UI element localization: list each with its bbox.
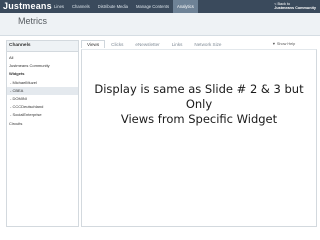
tab-clicks[interactable]: Clicks xyxy=(105,40,129,48)
top-navigation-bar: Justmeans Lines Channels Distribute Medi… xyxy=(0,0,320,13)
tab-views[interactable]: Views xyxy=(81,40,106,48)
sidebar-item-widgets[interactable]: Widgets xyxy=(7,70,78,78)
main-nav: Lines Channels Distribute Media Manage C… xyxy=(50,0,198,13)
back-to-community-link[interactable]: < Back to Justmeans Community xyxy=(274,2,316,11)
tab-links[interactable]: Links xyxy=(166,40,189,48)
logo[interactable]: Justmeans xyxy=(3,1,52,11)
nav-item-manage-contents[interactable]: Manage Contents xyxy=(132,0,173,13)
sidebar-item-justmeans-community[interactable]: Justmeans Community xyxy=(7,62,78,70)
channels-sidebar: Channels All Justmeans Community Widgets… xyxy=(6,40,79,227)
main-content-panel xyxy=(81,49,317,227)
sidebar-item-michaelmuzel[interactable]: - MichaelMuzel xyxy=(7,79,78,87)
metrics-tabs: Views Clicks eNewsletter Links Network S… xyxy=(81,40,227,48)
nav-item-lines[interactable]: Lines xyxy=(50,0,68,13)
sidebar-list: All Justmeans Community Widgets - Michae… xyxy=(7,52,78,128)
annotation-line-3: Views from Specific Widget xyxy=(120,112,278,126)
annotation-line-1: Display is same as Slide # 2 & 3 but xyxy=(94,82,304,96)
sidebar-header: Channels xyxy=(7,41,78,52)
page-title: Metrics xyxy=(18,16,47,26)
show-help-toggle[interactable]: ▼ Show Help xyxy=(272,42,295,46)
annotation-line-2: Only xyxy=(185,97,213,111)
nav-item-distribute-media[interactable]: Distribute Media xyxy=(94,0,132,13)
sidebar-item-cccdeutschland[interactable]: - CCCDeutschland xyxy=(7,103,78,111)
nav-item-channels[interactable]: Channels xyxy=(68,0,94,13)
slide-annotation: Display is same as Slide # 2 & 3 but Onl… xyxy=(84,82,314,127)
sidebar-item-socialenterprise[interactable]: - SocialEnterprise xyxy=(7,111,78,119)
back-link-line-2: Justmeans Community xyxy=(274,6,316,11)
sidebar-item-cbea[interactable]: - CBEA xyxy=(7,86,78,96)
sidebar-item-circuits[interactable]: Circuits xyxy=(7,120,78,128)
tab-network-size[interactable]: Network Size xyxy=(188,40,227,48)
nav-item-analytics[interactable]: Analytics xyxy=(173,0,198,13)
page-header xyxy=(0,13,320,36)
tab-enewsletter[interactable]: eNewsletter xyxy=(129,40,165,48)
sidebar-item-all[interactable]: All xyxy=(7,54,78,62)
sidebar-item-domini[interactable]: - DOMINI xyxy=(7,95,78,103)
